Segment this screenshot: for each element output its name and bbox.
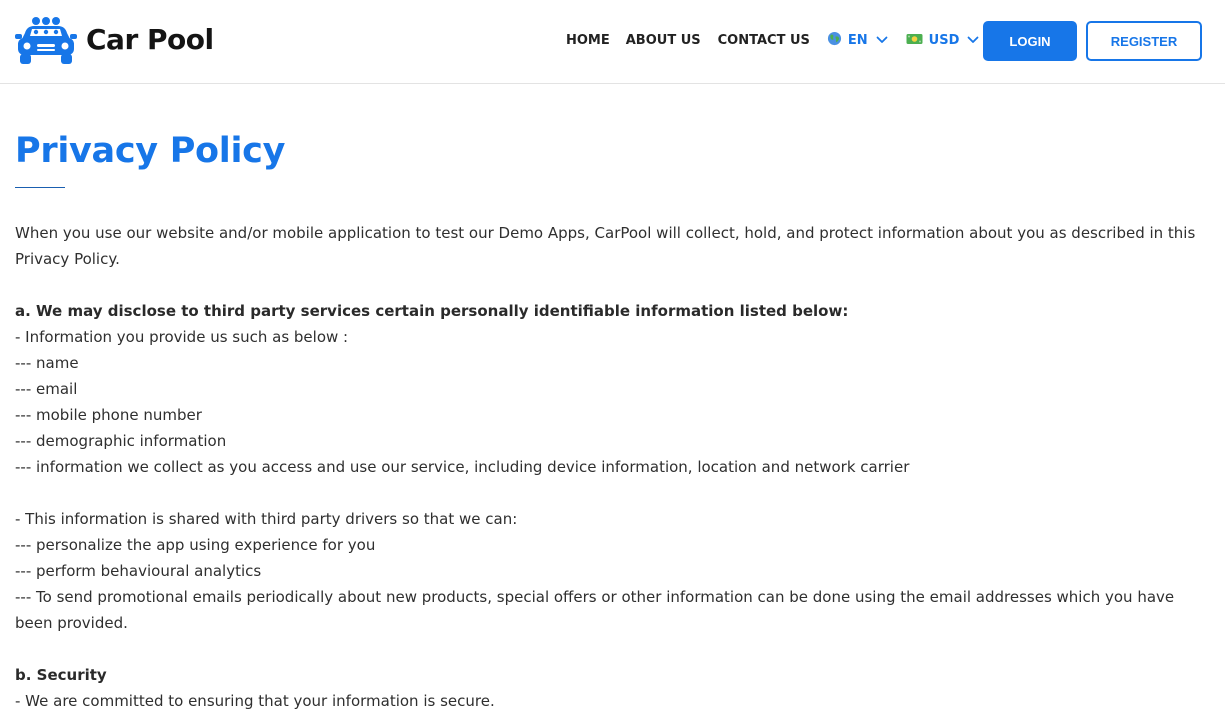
policy-content: When you use our website and/or mobile a… xyxy=(15,220,1200,714)
brand-name: Car Pool xyxy=(86,23,214,56)
nav-contact-link[interactable]: CONTACT US xyxy=(718,33,810,48)
section-a-intro: - Information you provide us such as bel… xyxy=(15,328,349,346)
banknote-icon xyxy=(906,33,923,49)
globe-icon xyxy=(827,31,842,50)
nav-about-link[interactable]: ABOUT US xyxy=(626,33,701,48)
car-icon xyxy=(15,15,77,65)
list-item: --- personalize the app using experience… xyxy=(15,536,376,554)
policy-intro: When you use our website and/or mobile a… xyxy=(15,224,1196,268)
list-item: --- information we collect as you access… xyxy=(15,458,910,476)
site-header: Car Pool HOME ABOUT US CONTACT US EN USD… xyxy=(0,0,1225,84)
currency-dropdown[interactable]: USD xyxy=(906,33,980,49)
page-title: Privacy Policy xyxy=(15,131,286,171)
currency-label: USD xyxy=(928,33,960,48)
section-a-heading: a. We may disclose to third party servic… xyxy=(15,302,849,320)
list-item: --- perform behavioural analytics xyxy=(15,562,262,580)
section-a-shared-intro: - This information is shared with third … xyxy=(15,510,518,528)
list-item: --- demographic information xyxy=(15,432,227,450)
login-button[interactable]: LOGIN xyxy=(983,21,1077,61)
section-b-line: - We are committed to ensuring that your… xyxy=(15,692,495,710)
list-item: --- name xyxy=(15,354,79,372)
register-button[interactable]: REGISTER xyxy=(1086,21,1202,61)
language-dropdown[interactable]: EN xyxy=(827,31,888,50)
list-item: --- mobile phone number xyxy=(15,406,202,424)
title-underline xyxy=(15,187,65,188)
chevron-down-icon xyxy=(876,33,888,48)
section-b-heading: b. Security xyxy=(15,666,107,684)
list-item: --- email xyxy=(15,380,78,398)
nav-home-link[interactable]: HOME xyxy=(566,33,610,48)
main-nav: HOME ABOUT US CONTACT US EN USD xyxy=(566,31,979,50)
chevron-down-icon xyxy=(967,33,979,48)
list-item: --- To send promotional emails periodica… xyxy=(15,588,1175,632)
language-label: EN xyxy=(847,33,868,48)
brand-logo[interactable]: Car Pool xyxy=(15,15,214,65)
